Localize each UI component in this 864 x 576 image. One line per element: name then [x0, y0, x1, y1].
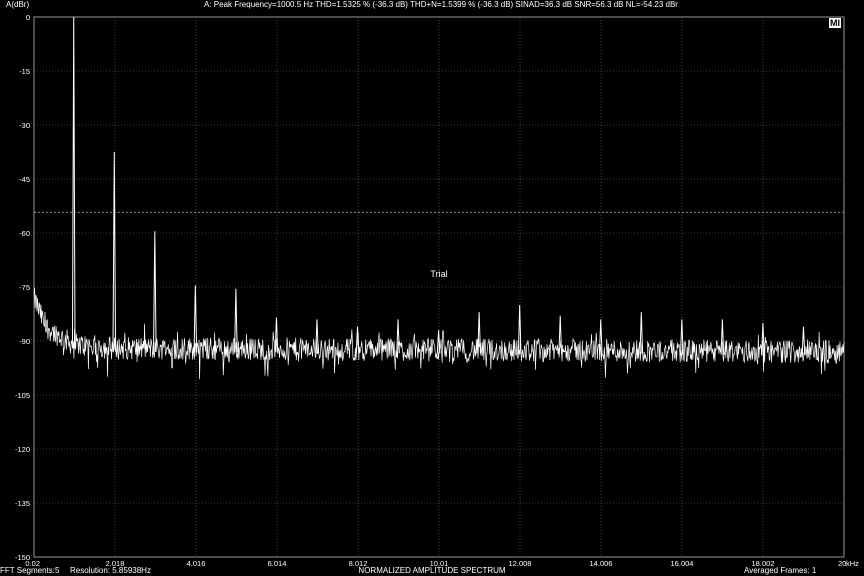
y-tick-label: -60 — [19, 229, 30, 238]
y-tick-label: -120 — [15, 445, 30, 454]
harmonic-peak — [517, 304, 522, 354]
harmonic-peak — [680, 319, 684, 355]
harmonic-peak — [153, 231, 157, 353]
spectrum-chart: 0-15-30-45-60-75-90-105-120-135-1500.02 2… — [15, 13, 859, 568]
y-tick-label: -90 — [19, 337, 30, 346]
harmonic-peak — [477, 312, 481, 354]
axes-layer: 0-15-30-45-60-75-90-105-120-135-1500.02 2… — [15, 13, 859, 568]
y-tick-label: 0 — [26, 13, 30, 22]
chart-title: NORMALIZED AMPLITUDE SPECTRUM — [358, 566, 506, 575]
peaks-layer — [71, 16, 806, 356]
y-tick-label: -135 — [15, 499, 30, 508]
averaged-frames-label: Averaged Frames: 1 — [744, 566, 817, 575]
measurement-readout: A: Peak Frequency=1000.5 Hz THD=1.5325 %… — [204, 0, 678, 9]
harmonic-peak — [71, 16, 76, 349]
mi-logo: MI — [829, 18, 841, 28]
y-tick-label: -30 — [19, 121, 30, 130]
y-tick-label: -75 — [19, 283, 30, 292]
harmonic-peak — [193, 285, 198, 353]
harmonic-peak — [558, 315, 563, 355]
harmonic-peak — [112, 151, 117, 352]
y-tick-label: -105 — [15, 391, 30, 400]
trial-annotation: Trial — [430, 269, 447, 279]
annotation-layer: Trial — [430, 269, 447, 279]
y-axis-unit-label: A(dBr) — [6, 0, 30, 9]
harmonic-peak — [436, 330, 441, 354]
harmonic-peak — [801, 326, 806, 356]
y-tick-label: -45 — [19, 175, 30, 184]
y-tick-label: -15 — [19, 67, 30, 76]
